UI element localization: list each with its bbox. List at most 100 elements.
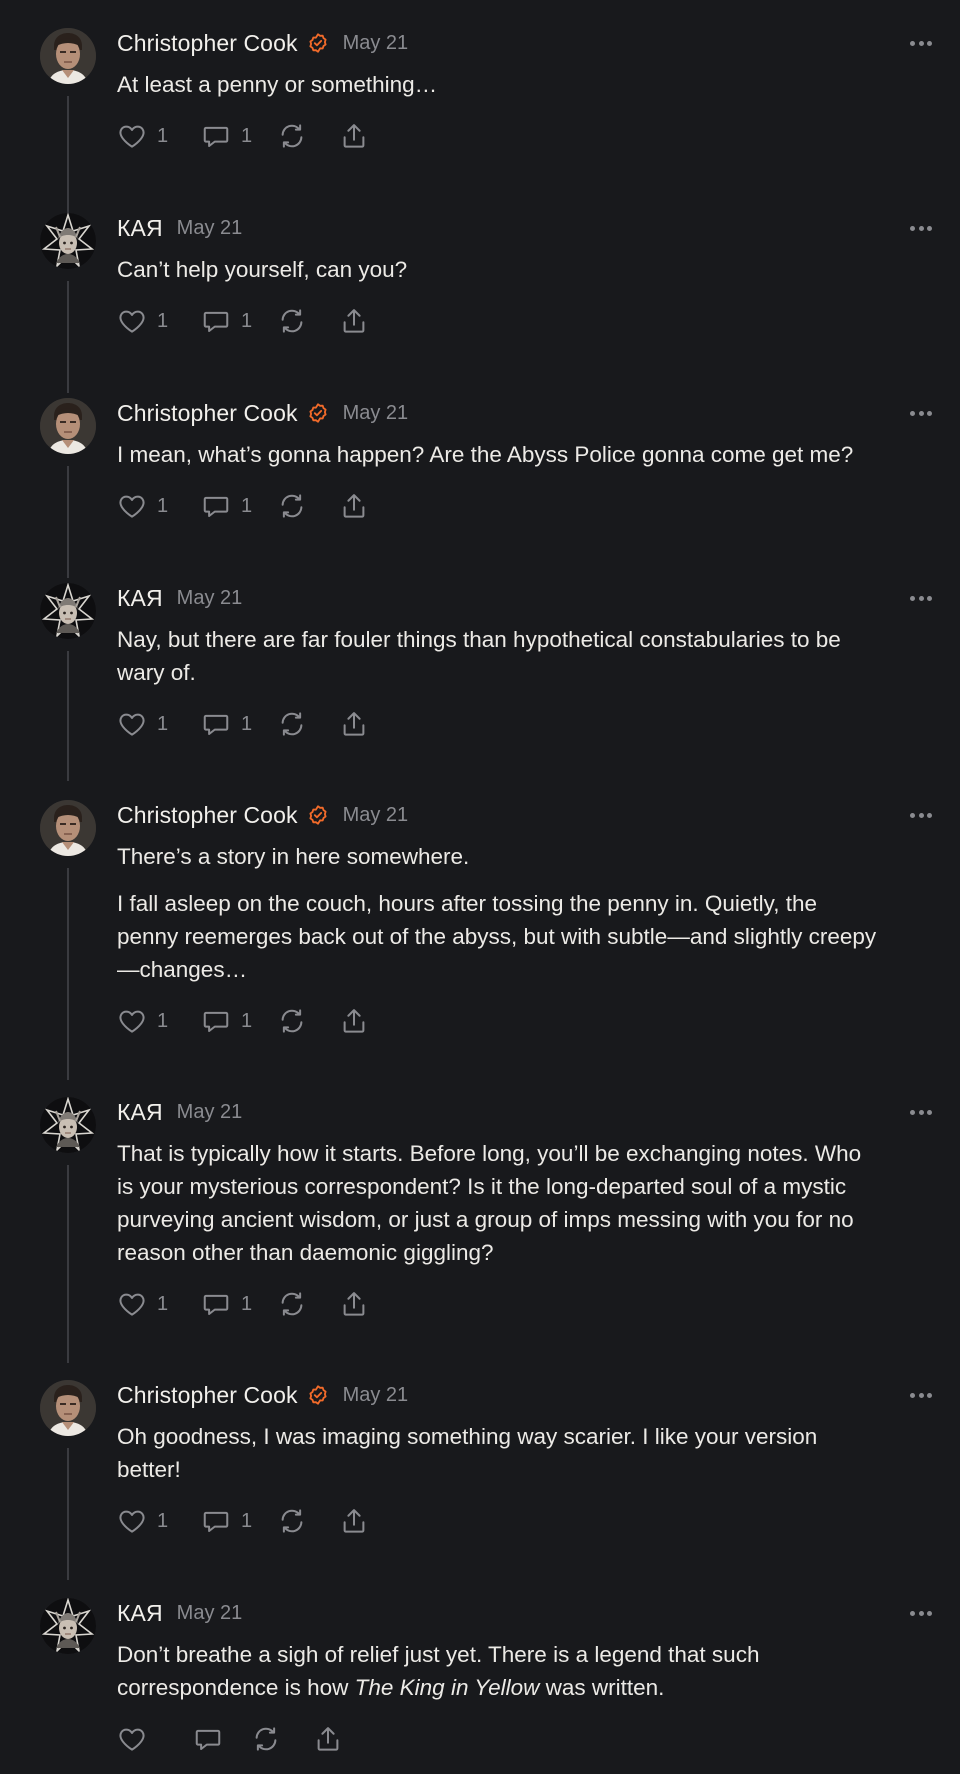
comment-bubble-icon [201, 1289, 231, 1319]
like-button[interactable]: 1 [117, 306, 201, 336]
avatar-kaya[interactable] [40, 583, 96, 639]
restack-button[interactable] [277, 709, 339, 739]
comment-text: Nay, but there are far fouler things tha… [117, 627, 841, 685]
post-date[interactable]: May 21 [343, 32, 409, 55]
comment-text: Don’t breathe a sigh of relief just yet.… [117, 1638, 880, 1704]
more-options-button[interactable] [910, 213, 932, 243]
comment-button[interactable]: 1 [201, 121, 277, 151]
verified-badge-icon [307, 402, 329, 424]
author-name[interactable]: Christopher Cook [117, 1382, 298, 1409]
post-date[interactable]: May 21 [177, 587, 243, 610]
comment-button[interactable]: 1 [201, 491, 277, 521]
like-count: 1 [157, 309, 169, 332]
restack-icon [277, 121, 307, 151]
comment-count: 1 [241, 1509, 253, 1532]
like-button[interactable]: 1 [117, 121, 201, 151]
post-date[interactable]: May 21 [343, 1384, 409, 1407]
comment-button[interactable]: 1 [201, 306, 277, 336]
comment-button[interactable]: 1 [201, 1506, 277, 1536]
like-button[interactable]: 1 [117, 1289, 201, 1319]
more-options-button[interactable] [910, 28, 932, 58]
restack-button[interactable] [251, 1724, 313, 1754]
avatar-kaya[interactable] [40, 213, 96, 269]
avatar-christopher-cook[interactable] [40, 1380, 96, 1436]
author-name[interactable]: КАЯ [117, 1099, 163, 1126]
comment-text: There’s a story in here somewhere. [117, 844, 470, 869]
comment-button[interactable]: 1 [201, 1006, 277, 1036]
avatar-kaya[interactable] [40, 1097, 96, 1153]
avatar-christopher-cook[interactable] [40, 800, 96, 856]
share-icon [339, 709, 369, 739]
restack-button[interactable] [277, 121, 339, 151]
post-date[interactable]: May 21 [343, 402, 409, 425]
heart-icon [117, 1724, 147, 1754]
share-button[interactable] [339, 1289, 369, 1319]
comment-count: 1 [241, 124, 253, 147]
share-button[interactable] [339, 1006, 369, 1036]
share-button[interactable] [339, 491, 369, 521]
like-count: 1 [157, 494, 169, 517]
thread-connector-line [67, 281, 69, 393]
restack-icon [277, 1006, 307, 1036]
comment-count: 1 [241, 494, 253, 517]
share-icon [339, 306, 369, 336]
comment-text: At least a penny or something… [117, 72, 438, 97]
more-options-button[interactable] [910, 1598, 932, 1628]
share-button[interactable] [339, 1506, 369, 1536]
author-name[interactable]: КАЯ [117, 585, 163, 612]
more-options-button[interactable] [910, 1380, 932, 1410]
author-name[interactable]: КАЯ [117, 1600, 163, 1627]
like-button[interactable] [117, 1724, 193, 1754]
share-button[interactable] [339, 121, 369, 151]
comment-text: Can’t help yourself, can you? [117, 257, 408, 282]
restack-icon [251, 1724, 281, 1754]
author-name[interactable]: Christopher Cook [117, 802, 298, 829]
restack-button[interactable] [277, 1506, 339, 1536]
comment-button[interactable]: 1 [201, 709, 277, 739]
comment-text: I mean, what’s gonna happen? Are the Aby… [117, 442, 854, 467]
post-date[interactable]: May 21 [343, 804, 409, 827]
restack-button[interactable] [277, 306, 339, 336]
avatar-christopher-cook[interactable] [40, 398, 96, 454]
like-button[interactable]: 1 [117, 1006, 201, 1036]
verified-badge-icon [307, 1384, 329, 1406]
restack-button[interactable] [277, 491, 339, 521]
more-options-button[interactable] [910, 1097, 932, 1127]
avatar-christopher-cook[interactable] [40, 28, 96, 84]
thread-connector-line [67, 651, 69, 781]
post-date[interactable]: May 21 [177, 1101, 243, 1124]
heart-icon [117, 709, 147, 739]
like-count: 1 [157, 1292, 169, 1315]
heart-icon [117, 1006, 147, 1036]
more-options-button[interactable] [910, 398, 932, 428]
more-options-button[interactable] [910, 800, 932, 830]
like-count: 1 [157, 124, 169, 147]
like-button[interactable]: 1 [117, 1506, 201, 1536]
thread-connector-line [67, 466, 69, 578]
restack-icon [277, 491, 307, 521]
like-button[interactable]: 1 [117, 491, 201, 521]
heart-icon [117, 121, 147, 151]
restack-button[interactable] [277, 1289, 339, 1319]
share-button[interactable] [339, 306, 369, 336]
thread-connector-line [67, 1448, 69, 1580]
author-name[interactable]: КАЯ [117, 215, 163, 242]
comment-count: 1 [241, 1292, 253, 1315]
like-button[interactable]: 1 [117, 709, 201, 739]
more-options-button[interactable] [910, 583, 932, 613]
restack-icon [277, 1506, 307, 1536]
avatar-kaya[interactable] [40, 1598, 96, 1654]
author-name[interactable]: Christopher Cook [117, 400, 298, 427]
restack-button[interactable] [277, 1006, 339, 1036]
post-date[interactable]: May 21 [177, 1602, 243, 1625]
verified-badge-icon [307, 804, 329, 826]
post-date[interactable]: May 21 [177, 217, 243, 240]
share-button[interactable] [339, 709, 369, 739]
author-name[interactable]: Christopher Cook [117, 30, 298, 57]
share-button[interactable] [313, 1724, 343, 1754]
comment-bubble-icon [201, 1506, 231, 1536]
share-icon [339, 1289, 369, 1319]
thread-connector-line [67, 96, 69, 224]
comment-button[interactable] [193, 1724, 251, 1754]
comment-button[interactable]: 1 [201, 1289, 277, 1319]
